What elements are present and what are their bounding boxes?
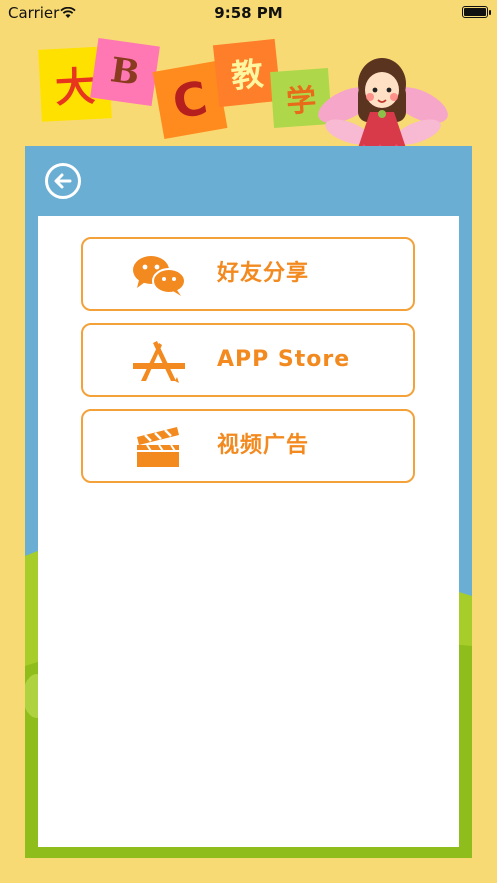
wechat-icon [133, 256, 186, 296]
app-store-button[interactable]: APP Store [81, 323, 415, 397]
status-bar: Carrier 9:58 PM [0, 0, 497, 26]
logo-tile-text: 学 [285, 82, 318, 120]
content-card: 好友分享 APP Store 视频广告 [38, 216, 459, 847]
logo-tile-text: 教 [229, 54, 266, 96]
back-button[interactable] [45, 163, 81, 199]
share-friends-label: 好友分享 [217, 261, 310, 286]
video-ad-button[interactable]: 视频广告 [81, 409, 415, 483]
clapperboard-icon [137, 427, 179, 467]
logo-tile-text: 大 [54, 63, 97, 113]
app-store-label: APP Store [217, 347, 351, 372]
logo-tile-2: B [90, 37, 160, 107]
share-friends-button[interactable]: 好友分享 [81, 237, 415, 311]
video-ad-label: 视频广告 [217, 433, 310, 458]
back-arrow-icon [54, 173, 72, 189]
logo-tile-text: B [107, 50, 143, 94]
main-panel: 好友分享 APP Store 视频广告 [25, 146, 472, 858]
battery-icon [462, 6, 491, 18]
clock-label: 9:58 PM [214, 4, 283, 22]
app-store-icon [133, 341, 185, 383]
logo-tile-text: C [168, 70, 212, 130]
